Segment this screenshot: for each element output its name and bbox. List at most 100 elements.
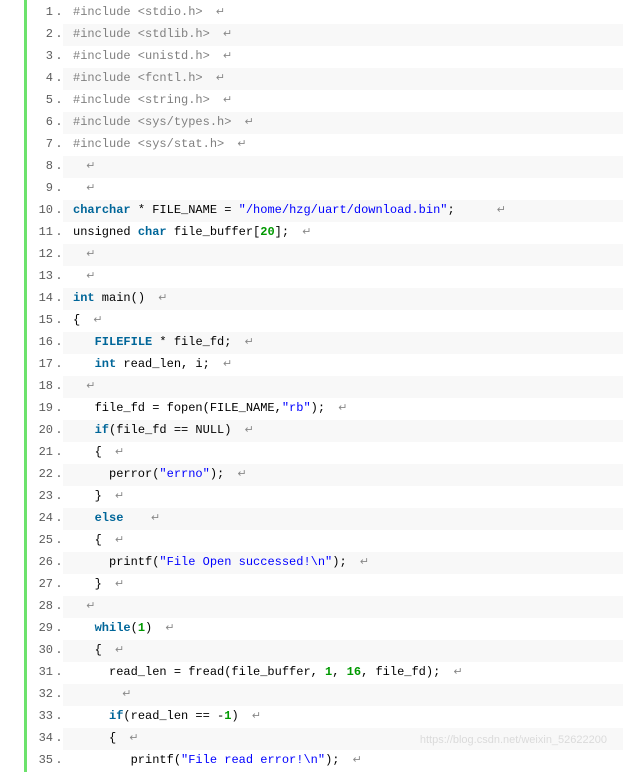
code-token: {	[73, 731, 116, 745]
line-number: 12	[27, 244, 55, 265]
line-number-dot: .	[55, 200, 63, 221]
code-content: { ↵	[63, 530, 623, 552]
code-token: #include <string.h>	[73, 93, 210, 107]
newline-icon: ↵	[339, 755, 361, 767]
line-number: 27	[27, 574, 55, 595]
line-number-dot: .	[55, 90, 63, 111]
newline-icon: ↵	[138, 513, 160, 525]
code-token: #include <stdio.h>	[73, 5, 203, 19]
newline-icon: ↵	[73, 271, 95, 283]
code-token: );	[325, 753, 339, 767]
line-number-dot: .	[55, 706, 63, 727]
code-line: 1.#include <stdio.h> ↵	[27, 2, 623, 24]
code-token: #include <sys/stat.h>	[73, 137, 224, 151]
line-number-dot: .	[55, 46, 63, 67]
line-number: 15	[27, 310, 55, 331]
code-token: #include <sys/types.h>	[73, 115, 231, 129]
code-line: 13. ↵	[27, 266, 623, 288]
code-token: char	[73, 203, 102, 217]
line-number: 20	[27, 420, 55, 441]
code-content: printf("File read error!\n"); ↵	[63, 750, 623, 772]
line-number-dot: .	[55, 376, 63, 397]
line-number-dot: .	[55, 178, 63, 199]
code-token: "/home/hzg/uart/download.bin"	[239, 203, 448, 217]
code-token: if	[95, 423, 109, 437]
line-number: 22	[27, 464, 55, 485]
code-content: if(file_fd == NULL) ↵	[63, 420, 623, 442]
line-number: 6	[27, 112, 55, 133]
newline-icon: ↵	[102, 491, 124, 503]
newline-icon: ↵	[73, 161, 95, 173]
code-content: ↵	[63, 156, 623, 178]
line-number: 32	[27, 684, 55, 705]
code-token: if	[109, 709, 123, 723]
code-line: 32. ↵	[27, 684, 623, 706]
newline-icon: ↵	[80, 315, 102, 327]
code-line: 34. { ↵	[27, 728, 623, 750]
newline-icon: ↵	[102, 645, 124, 657]
code-token: perror(	[73, 467, 159, 481]
code-content: ↵	[63, 596, 623, 618]
code-content: ↵	[63, 376, 623, 398]
code-content: } ↵	[63, 486, 623, 508]
code-line: 15.{ ↵	[27, 310, 623, 332]
code-content: #include <sys/stat.h> ↵	[63, 134, 623, 156]
line-number: 21	[27, 442, 55, 463]
line-number: 30	[27, 640, 55, 661]
newline-icon: ↵	[73, 249, 95, 261]
code-content: { ↵	[63, 442, 623, 464]
code-line: 8. ↵	[27, 156, 623, 178]
code-content: #include <stdlib.h> ↵	[63, 24, 623, 46]
line-number-dot: .	[55, 244, 63, 265]
code-token: "errno"	[159, 467, 209, 481]
line-number-dot: .	[55, 112, 63, 133]
newline-icon: ↵	[484, 205, 506, 217]
code-token: }	[73, 489, 102, 503]
code-token: unsigned	[73, 225, 138, 239]
newline-icon: ↵	[210, 359, 232, 371]
newline-icon: ↵	[109, 689, 131, 701]
line-number: 10	[27, 200, 55, 221]
newline-icon: ↵	[231, 337, 253, 349]
newline-icon: ↵	[145, 293, 167, 305]
code-content: #include <fcntl.h> ↵	[63, 68, 623, 90]
code-token: FILE	[123, 335, 152, 349]
code-token: 16	[347, 665, 361, 679]
code-line: 23. } ↵	[27, 486, 623, 508]
code-token: main()	[95, 291, 145, 305]
code-line: 12. ↵	[27, 244, 623, 266]
line-number: 14	[27, 288, 55, 309]
line-number-dot: .	[55, 750, 63, 771]
code-content: #include <sys/types.h> ↵	[63, 112, 623, 134]
code-token: );	[332, 555, 346, 569]
newline-icon: ↵	[116, 733, 138, 745]
code-content: { ↵	[63, 310, 623, 332]
code-line: 33. if(read_len == -1) ↵	[27, 706, 623, 728]
line-number-dot: .	[55, 596, 63, 617]
line-number-dot: .	[55, 442, 63, 463]
code-token: printf(	[73, 753, 181, 767]
code-token	[73, 423, 95, 437]
line-number: 11	[27, 222, 55, 243]
code-token: "File read error!\n"	[181, 753, 325, 767]
line-number-dot: .	[55, 530, 63, 551]
newline-icon: ↵	[231, 117, 253, 129]
code-line: 26. printf("File Open successed!\n"); ↵	[27, 552, 623, 574]
line-number-dot: .	[55, 508, 63, 529]
code-line: 24. else ↵	[27, 508, 623, 530]
newline-icon: ↵	[325, 403, 347, 415]
code-line: 19. file_fd = fopen(FILE_NAME,"rb"); ↵	[27, 398, 623, 420]
line-number: 31	[27, 662, 55, 683]
line-number: 29	[27, 618, 55, 639]
line-number-dot: .	[55, 464, 63, 485]
line-number: 8	[27, 156, 55, 177]
line-number-dot: .	[55, 310, 63, 331]
line-number-dot: .	[55, 486, 63, 507]
code-content: unsigned char file_buffer[20]; ↵	[63, 222, 623, 244]
line-number-dot: .	[55, 728, 63, 749]
code-content: ↵	[63, 684, 623, 706]
code-token: * file_fd;	[152, 335, 231, 349]
newline-icon: ↵	[210, 29, 232, 41]
line-number: 3	[27, 46, 55, 67]
line-number: 16	[27, 332, 55, 353]
